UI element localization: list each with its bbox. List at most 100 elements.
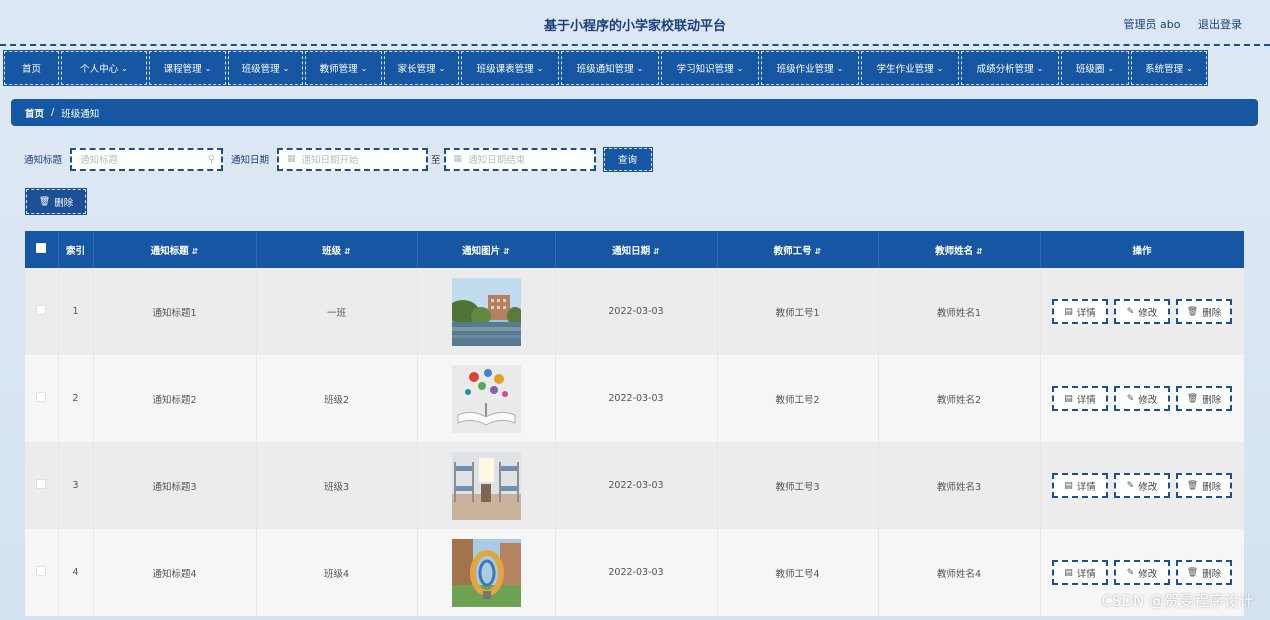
sort-icon: ⇵: [653, 246, 660, 256]
cell-class: 班级2: [256, 355, 418, 442]
nav-item-system-management[interactable]: 系统管理 ⌄: [1130, 50, 1208, 86]
detail-button[interactable]: ▤ 详情: [1052, 386, 1108, 411]
bulk-delete-label: 删除: [54, 197, 74, 209]
nav-item-class-homework-management[interactable]: 班级作业管理 ⌄: [760, 50, 860, 86]
cell-class: 班级3: [256, 442, 418, 529]
nav-item-class-management[interactable]: 班级管理 ⌄: [227, 50, 304, 86]
nav-item-label: 家长管理: [397, 64, 436, 75]
document-icon: ▤: [1064, 306, 1073, 317]
nav-item-personal-center[interactable]: 个人中心 ⌄: [60, 50, 148, 86]
row-checkbox[interactable]: [25, 442, 59, 529]
admin-user-label[interactable]: 管理员 abo: [1124, 18, 1181, 31]
sort-icon: ⇵: [503, 246, 510, 256]
nav-item-teacher-management[interactable]: 教师管理 ⌄: [304, 50, 383, 86]
edit-button[interactable]: ✎ 修改: [1114, 473, 1170, 498]
sort-icon: ⇵: [814, 246, 822, 256]
delete-button[interactable]: 🗑 删除: [1176, 386, 1232, 411]
date-end-input[interactable]: ▦ 通知日期结束: [443, 147, 596, 171]
query-button[interactable]: 查询: [602, 146, 653, 172]
sort-icon: ⇵: [344, 246, 351, 256]
nav-item-label: 个人中心: [80, 64, 119, 75]
nav-item-parent-management[interactable]: 家长管理 ⌄: [383, 50, 460, 86]
dormitory-room-photo[interactable]: [451, 451, 521, 520]
nav-item-home[interactable]: 首页: [3, 50, 60, 86]
cell-index: 1: [58, 268, 94, 355]
pencil-icon: ✎: [1126, 480, 1135, 491]
detail-button[interactable]: ▤ 详情: [1052, 473, 1108, 498]
cell-image: [417, 268, 556, 355]
cell-index: 4: [58, 529, 94, 616]
edit-button[interactable]: ✎ 修改: [1114, 299, 1170, 324]
pencil-icon: ✎: [1126, 567, 1135, 578]
nav-item-learning-knowledge-management[interactable]: 学习知识管理 ⌄: [660, 50, 760, 86]
date-filter-label: 通知日期: [231, 155, 270, 166]
cell-teacher-no: 教师工号2: [717, 355, 879, 442]
open-book-illustration[interactable]: [451, 364, 521, 433]
trash-icon: 🗑: [1186, 306, 1199, 317]
chevron-down-icon: ⌄: [1186, 63, 1193, 73]
search-bar: 通知标题 通知标题 ⚲ 通知日期 ▦ 通知日期开始 至 ▦ 通知日期结束 查询: [24, 146, 653, 172]
top-header: 基于小程序的小学家校联动平台 管理员 abo 退出登录: [0, 0, 1270, 46]
nav-item-label: 班级课表管理: [476, 64, 534, 75]
delete-button[interactable]: 🗑 删除: [1176, 473, 1232, 498]
nav-item-class-circle[interactable]: 班级圈 ⌄: [1060, 50, 1130, 86]
detail-button[interactable]: ▤ 详情: [1052, 560, 1108, 585]
nav-item-label: 首页: [21, 64, 41, 75]
nav-item-class-schedule-management[interactable]: 班级课表管理 ⌄: [460, 50, 560, 86]
main-nav: 首页 个人中心 ⌄ 课程管理 ⌄ 班级管理 ⌄ 教师管理 ⌄ 家长管理 ⌄ 班级课表管理 ⌄…: [3, 50, 1266, 86]
nav-item-label: 教师管理: [319, 64, 358, 75]
breadcrumb-home[interactable]: 首页: [25, 106, 44, 120]
nav-item-grade-analysis-management[interactable]: 成绩分析管理 ⌄: [960, 50, 1060, 86]
cell-actions: ▤ 详情 ✎ 修改 🗑 删除: [1040, 442, 1244, 529]
detail-button[interactable]: ▤ 详情: [1052, 299, 1108, 324]
delete-button[interactable]: 🗑 删除: [1176, 560, 1232, 585]
chevron-down-icon: ⌄: [936, 63, 944, 73]
chevron-down-icon: ⌄: [836, 63, 844, 73]
edit-button[interactable]: ✎ 修改: [1114, 560, 1170, 585]
row-checkbox[interactable]: [25, 268, 59, 355]
site-title: 基于小程序的小学家校联动平台: [543, 19, 726, 34]
column-header-teacher-name[interactable]: 教师姓名 ⇵: [878, 231, 1041, 268]
cell-image: [417, 529, 556, 616]
cell-teacher-name: 教师姓名1: [878, 268, 1041, 355]
chevron-down-icon: ⌄: [1036, 63, 1044, 73]
cell-teacher-no: 教师工号4: [717, 529, 879, 616]
search-icon: ⚲: [207, 153, 216, 165]
bulk-delete-button[interactable]: 🗑 删除: [25, 188, 87, 215]
cell-index: 2: [58, 355, 94, 442]
sculpture-campus-photo[interactable]: [451, 538, 521, 607]
title-search-placeholder: 通知标题: [80, 155, 119, 166]
nav-item-class-notice-management[interactable]: 班级通知管理 ⌄: [560, 50, 660, 86]
title-search-input[interactable]: 通知标题 ⚲: [70, 147, 224, 171]
document-icon: ▤: [1064, 393, 1073, 404]
trash-icon: 🗑: [1186, 567, 1199, 578]
nav-item-label: 成绩分析管理: [976, 64, 1034, 75]
column-header-title[interactable]: 通知标题 ⇵: [93, 231, 257, 268]
cell-date: 2022-03-03: [555, 268, 718, 355]
nav-item-course-management[interactable]: 课程管理 ⌄: [148, 50, 227, 86]
table-row: 2 通知标题2 班级2 2022-03-03 教师工号2 教师姓名2 ▤ 详情 …: [25, 355, 1244, 442]
campus-building-photo[interactable]: [451, 277, 521, 346]
row-checkbox[interactable]: [25, 355, 59, 442]
date-start-input[interactable]: ▦ 通知日期开始: [277, 147, 429, 171]
sort-icon: ⇵: [191, 246, 199, 256]
column-header-teacher-no[interactable]: 教师工号 ⇵: [717, 231, 879, 268]
date-range-to: 至: [431, 155, 441, 166]
chevron-down-icon: ⌄: [1107, 63, 1115, 73]
column-header-class[interactable]: 班级 ⇵: [256, 231, 418, 268]
row-checkbox[interactable]: [25, 529, 59, 616]
chevron-down-icon: ⌄: [360, 63, 368, 73]
logout-link[interactable]: 退出登录: [1198, 18, 1242, 31]
cell-image: [417, 442, 556, 529]
column-header-image[interactable]: 通知图片 ⇵: [417, 231, 556, 268]
cell-teacher-name: 教师姓名3: [878, 442, 1041, 529]
select-all-checkbox[interactable]: [25, 231, 59, 268]
delete-button[interactable]: 🗑 删除: [1176, 299, 1232, 324]
chevron-down-icon: ⌄: [636, 63, 644, 73]
breadcrumb-current: 班级通知: [61, 108, 100, 120]
column-header-date[interactable]: 通知日期 ⇵: [555, 231, 718, 268]
cell-date: 2022-03-03: [555, 529, 718, 616]
edit-button[interactable]: ✎ 修改: [1114, 386, 1170, 411]
trash-icon: 🗑: [38, 196, 51, 207]
nav-item-student-homework-management[interactable]: 学生作业管理 ⌄: [860, 50, 960, 86]
